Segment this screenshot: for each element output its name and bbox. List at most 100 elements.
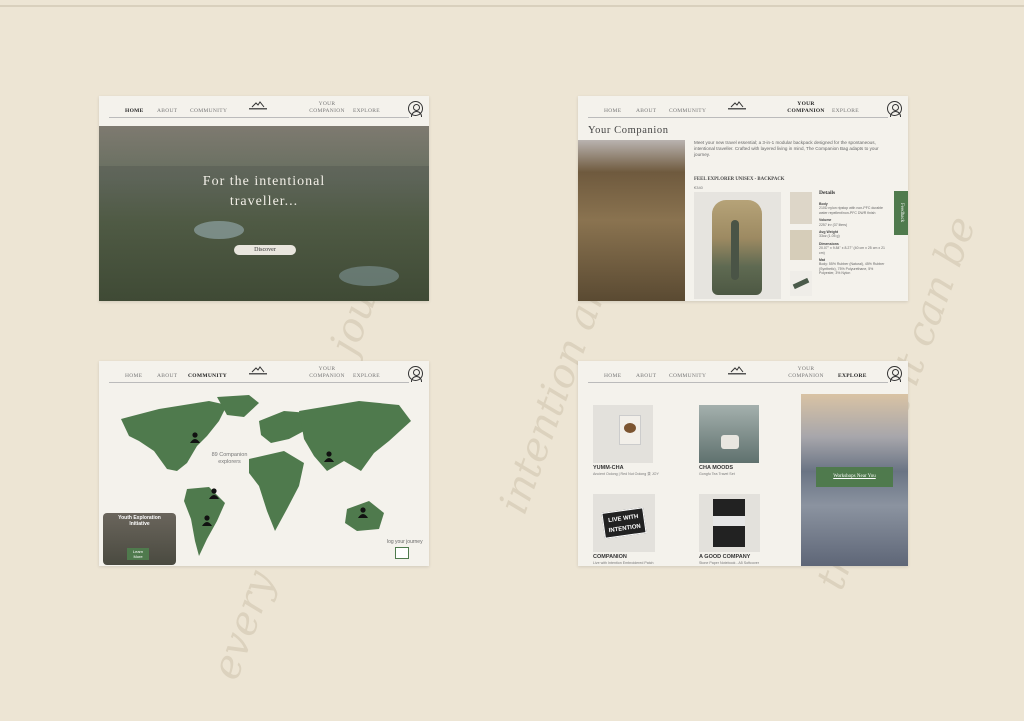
notebook [713,499,745,547]
detail-value: 33oz (1.05 g) [819,234,887,238]
product-desc: Stone Paper Notebook - A5 Softcover [699,561,789,565]
hero-line: traveller... [99,192,429,212]
south-america [184,487,225,556]
nav-label: COMPANION [788,373,824,379]
lake [339,266,399,286]
mountain-sky [99,126,429,166]
user-avatar-icon[interactable] [408,366,423,381]
nav-community[interactable]: COMMUNITY [188,373,227,380]
details-heading: Details [819,190,835,196]
log-journey-link[interactable]: log your journey [387,539,423,545]
logo-icon[interactable] [247,101,269,111]
product-card[interactable]: A GOOD COMPANYStone Paper Notebook - A5 … [699,554,789,565]
logo-icon[interactable] [726,101,748,111]
learn-more-button[interactable]: Learn More [127,548,149,560]
nav-explore[interactable]: EXPLORE [832,108,859,115]
journal-icon[interactable] [395,547,409,559]
detail-item: Dimensions20.07" x 9.84" x 8.27" (40 cm … [819,242,887,255]
product-name: A GOOD COMPANY [699,554,789,560]
nav-explore[interactable]: EXPLORE [353,373,380,380]
divider [0,5,1024,7]
product-card[interactable]: CHA MOODSGongfu Tea Travel Set [699,465,789,476]
intro-text: Meet your new travel essential; a 3-in-1… [694,140,894,158]
product-desc: Live with Intention Embroidered Patch [593,561,683,565]
initiative-card[interactable]: Youth Exploration Initiative Learn More [103,513,176,565]
product-desc: Ancient Oolong | Red Nut Oolong 茶 JOY [593,472,683,477]
navbar: HOME ABOUT COMMUNITY YOURCOMPANION EXPLO… [99,96,429,120]
nav-community[interactable]: COMMUNITY [669,373,706,380]
product-name: CHA MOODS [699,465,789,471]
detail-value: 20.07" x 9.84" x 8.27" (40 cm x 25 cm x … [819,246,887,255]
nav-label: YOUR [319,366,336,372]
nav-home[interactable]: HOME [604,108,621,115]
nav-about[interactable]: ABOUT [157,373,177,380]
nav-your-companion[interactable]: YOURCOMPANION [307,101,347,115]
product-card[interactable]: YUMM-CHAAncient Oolong | Red Nut Oolong … [593,465,683,477]
nav-label: YOUR [798,366,815,372]
thumbnail[interactable] [790,271,812,296]
logo-icon[interactable] [247,366,269,376]
nav-label: COMPANION [309,108,345,114]
hero-heading: For the intentionaltraveller... [99,172,429,212]
nav-community[interactable]: COMMUNITY [190,108,227,115]
nav-home[interactable]: HOME [125,108,144,115]
nav-about[interactable]: ABOUT [636,373,656,380]
product-card[interactable]: COMPANIONLive with Intention Embroidered… [593,554,683,565]
product-name: FEEL EXPLORER UNISEX - BACKPACK [694,177,785,182]
feedback-tab[interactable]: Feedback [894,191,908,235]
details-list: Body210D nylon ripstop with non-PFC dura… [819,202,887,279]
explorers-count: 89 Companion explorers [207,452,252,466]
nav-your-companion[interactable]: YOURCOMPANION [786,101,826,115]
user-avatar-icon[interactable] [408,101,423,116]
detail-value: 210D nylon ripstop with non-PFC durable … [819,206,887,215]
product-image-cha-moods[interactable] [699,405,759,463]
tea-leaves [624,423,636,433]
nav-label: YOUR [797,101,814,107]
nav-label: COMPANION [787,108,824,114]
asia [299,401,411,471]
hero-image: For the intentionaltraveller... Discover [99,126,429,301]
navbar: HOME ABOUT COMMUNITY YOURCOMPANION EXPLO… [99,361,429,385]
nav-explore[interactable]: EXPLORE [353,108,380,115]
product-desc: Gongfu Tea Travel Set [699,472,789,476]
backpack-mat [731,220,739,280]
detail-item: MatBody: 55% Rubber (Natural), 45% Rubbe… [819,258,887,276]
detail-item: Body210D nylon ripstop with non-PFC dura… [819,202,887,215]
thumbnail[interactable] [790,230,812,260]
nav-your-companion[interactable]: YOURCOMPANION [307,366,347,380]
detail-item: Volume2257 in³ (37 liters) [819,218,887,227]
user-avatar-icon[interactable] [887,366,902,381]
companion-screen: HOME ABOUT COMMUNITY YOURCOMPANION EXPLO… [578,96,908,301]
nav-your-companion[interactable]: YOURCOMPANION [786,366,826,380]
community-screen: HOME ABOUT COMMUNITY YOURCOMPANION EXPLO… [99,361,429,566]
logo-icon[interactable] [726,366,748,376]
product-price: €340 [694,185,703,190]
product-image-companion[interactable]: LIVE WITH INTENTION [593,494,655,552]
nav-home[interactable]: HOME [604,373,621,380]
notebook-band [713,516,745,526]
nav-about[interactable]: ABOUT [157,108,177,115]
page-title: Your Companion [588,125,669,136]
cup [721,435,739,449]
detail-value: Body: 55% Rubber (Natural), 45% Rubber (… [819,262,887,275]
detail-value: 2257 in³ (37 liters) [819,223,887,227]
product-name: COMPANION [593,554,683,560]
nav-explore[interactable]: EXPLORE [838,373,867,380]
user-avatar-icon[interactable] [887,101,902,116]
initiative-title: Youth Exploration Initiative [103,513,176,529]
detail-item: Avg Weight33oz (1.05 g) [819,230,887,239]
nav-about[interactable]: ABOUT [636,108,656,115]
backpack-image [694,192,781,299]
discover-button[interactable]: Discover [234,245,296,255]
product-image-notebook[interactable] [699,494,760,552]
patch: LIVE WITH INTENTION [601,507,646,539]
nav-label: YOUR [319,101,336,107]
workshops-button[interactable]: Workshops Near You [816,467,893,487]
product-image-yumm-cha[interactable] [593,405,653,463]
home-screen: HOME ABOUT COMMUNITY YOURCOMPANION EXPLO… [99,96,429,301]
greenland [217,395,259,417]
thumbnail[interactable] [790,192,812,224]
nav-divider [588,382,888,383]
nav-community[interactable]: COMMUNITY [669,108,706,115]
nav-home[interactable]: HOME [125,373,142,380]
